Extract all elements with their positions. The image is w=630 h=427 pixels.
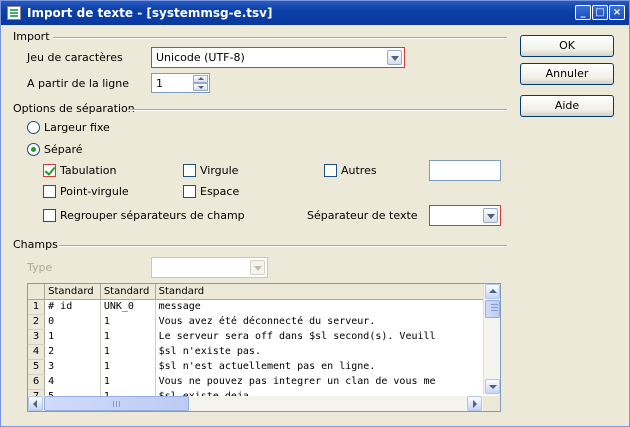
- row-number: 5: [28, 359, 46, 375]
- others-label[interactable]: Autres: [341, 164, 377, 177]
- grip-icon: [491, 304, 498, 311]
- spin-up-icon[interactable]: [193, 75, 208, 83]
- close-button[interactable]: ×: [609, 5, 625, 20]
- maximize-button[interactable]: □: [592, 5, 608, 20]
- chevron-down-icon[interactable]: [250, 260, 265, 275]
- tab-checkbox[interactable]: [43, 164, 56, 177]
- grid-cell: 1: [100, 314, 156, 329]
- comma-label[interactable]: Virgule: [200, 164, 238, 177]
- title-bar[interactable]: Import de texte - [systemmsg-e.tsv] _ □ …: [1, 1, 629, 25]
- fields-divider: [59, 245, 507, 247]
- import-text-dialog: Import de texte - [systemmsg-e.tsv] _ □ …: [0, 0, 630, 427]
- grid-cell: 1: [44, 329, 101, 344]
- charset-value: Unicode (UTF-8): [156, 51, 245, 64]
- grid-cell: 0: [44, 314, 101, 329]
- import-section-label: Import: [13, 30, 50, 43]
- separator-divider: [127, 109, 507, 111]
- scroll-up-icon[interactable]: [485, 284, 500, 299]
- window-title: Import de texte - [systemmsg-e.tsv]: [27, 6, 273, 20]
- scroll-left-icon[interactable]: [28, 396, 43, 411]
- space-label[interactable]: Espace: [200, 185, 239, 198]
- grid-cell: 2: [44, 344, 101, 359]
- separated-label[interactable]: Séparé: [44, 143, 83, 156]
- semicolon-label[interactable]: Point-virgule: [60, 185, 129, 198]
- grid-cell: Le serveur sera off dans $sl second(s). …: [155, 329, 500, 344]
- grid-cell: Vous ne pouvez pas integrer un clan de v…: [155, 374, 500, 389]
- space-checkbox[interactable]: [183, 185, 196, 198]
- from-line-label: A partir de la ligne: [27, 77, 130, 90]
- from-line-value: 1: [156, 77, 163, 90]
- vertical-scrollbar[interactable]: [483, 284, 500, 395]
- grid-cell: # id: [44, 299, 101, 314]
- grid-cell: 1: [100, 329, 156, 344]
- vertical-scroll-thumb[interactable]: [485, 300, 500, 318]
- chevron-down-icon[interactable]: [387, 50, 402, 65]
- type-select[interactable]: [151, 257, 268, 278]
- grid-cell: 1: [100, 359, 156, 374]
- comma-checkbox[interactable]: [183, 164, 196, 177]
- others-checkbox[interactable]: [324, 164, 337, 177]
- row-number: 4: [28, 344, 46, 360]
- help-button[interactable]: Aide: [520, 95, 614, 117]
- tab-label[interactable]: Tabulation: [60, 164, 116, 177]
- others-input[interactable]: [429, 160, 501, 181]
- row-number: 2: [28, 314, 46, 330]
- grid-header-row: Standard Standard Standard: [28, 284, 500, 300]
- column-header[interactable]: Standard: [44, 284, 101, 300]
- horizontal-scroll-thumb[interactable]: [44, 396, 189, 411]
- preview-grid[interactable]: Standard Standard Standard 1 # id UNK_0 …: [27, 283, 501, 412]
- from-line-spinner[interactable]: 1: [151, 73, 210, 93]
- scroll-right-icon[interactable]: [467, 396, 482, 411]
- merge-delimiters-checkbox[interactable]: [43, 209, 56, 222]
- charset-label: Jeu de caractères: [27, 51, 123, 64]
- spreadsheet-app-icon: [7, 6, 21, 20]
- charset-select[interactable]: Unicode (UTF-8): [151, 47, 405, 68]
- grid-cell: 1: [100, 344, 156, 359]
- table-row: 1 # id UNK_0 message: [28, 299, 500, 315]
- grid-cell: 4: [44, 374, 101, 389]
- row-number: 6: [28, 374, 46, 390]
- chevron-down-icon[interactable]: [483, 208, 498, 223]
- type-label: Type: [27, 261, 53, 274]
- row-number: 1: [28, 299, 46, 315]
- minimize-button[interactable]: _: [575, 5, 591, 20]
- separated-radio[interactable]: [27, 143, 40, 156]
- grid-cell: 3: [44, 359, 101, 374]
- text-delimiter-select[interactable]: [429, 205, 501, 226]
- grip-icon: [113, 401, 120, 407]
- grid-cell: $sl n'est actuellement pas en ligne.: [155, 359, 500, 374]
- scroll-down-icon[interactable]: [485, 379, 500, 394]
- grid-corner: [28, 284, 46, 300]
- row-number: 3: [28, 329, 46, 345]
- ok-button[interactable]: OK: [520, 35, 614, 57]
- grid-cell: message: [155, 299, 500, 314]
- table-row: 4 2 1 $sl n'existe pas.: [28, 344, 500, 360]
- table-row: 2 0 1 Vous avez été déconnecté du serveu…: [28, 314, 500, 330]
- fixed-width-label[interactable]: Largeur fixe: [44, 121, 110, 134]
- fixed-width-radio[interactable]: [27, 121, 40, 134]
- grid-cell: $sl n'existe pas.: [155, 344, 500, 359]
- cancel-button[interactable]: Annuler: [520, 63, 614, 85]
- merge-delimiters-label[interactable]: Regrouper séparateurs de champ: [60, 209, 245, 222]
- table-row: 6 4 1 Vous ne pouvez pas integrer un cla…: [28, 374, 500, 390]
- scroll-corner: [483, 396, 500, 411]
- grid-cell: UNK_0: [100, 299, 156, 314]
- fields-section-label: Champs: [13, 238, 58, 251]
- spin-down-icon[interactable]: [193, 83, 208, 91]
- semicolon-checkbox[interactable]: [43, 185, 56, 198]
- column-header[interactable]: Standard: [100, 284, 156, 300]
- table-row: 3 1 1 Le serveur sera off dans $sl secon…: [28, 329, 500, 345]
- grid-cell: Vous avez été déconnecté du serveur.: [155, 314, 500, 329]
- column-header[interactable]: Standard: [155, 284, 500, 300]
- grid-cell: 1: [100, 374, 156, 389]
- separator-section-label: Options de séparation: [13, 102, 135, 115]
- horizontal-scrollbar[interactable]: [28, 396, 483, 411]
- table-row: 5 3 1 $sl n'est actuellement pas en lign…: [28, 359, 500, 375]
- import-divider: [53, 37, 507, 39]
- text-delimiter-label: Séparateur de texte: [307, 209, 418, 222]
